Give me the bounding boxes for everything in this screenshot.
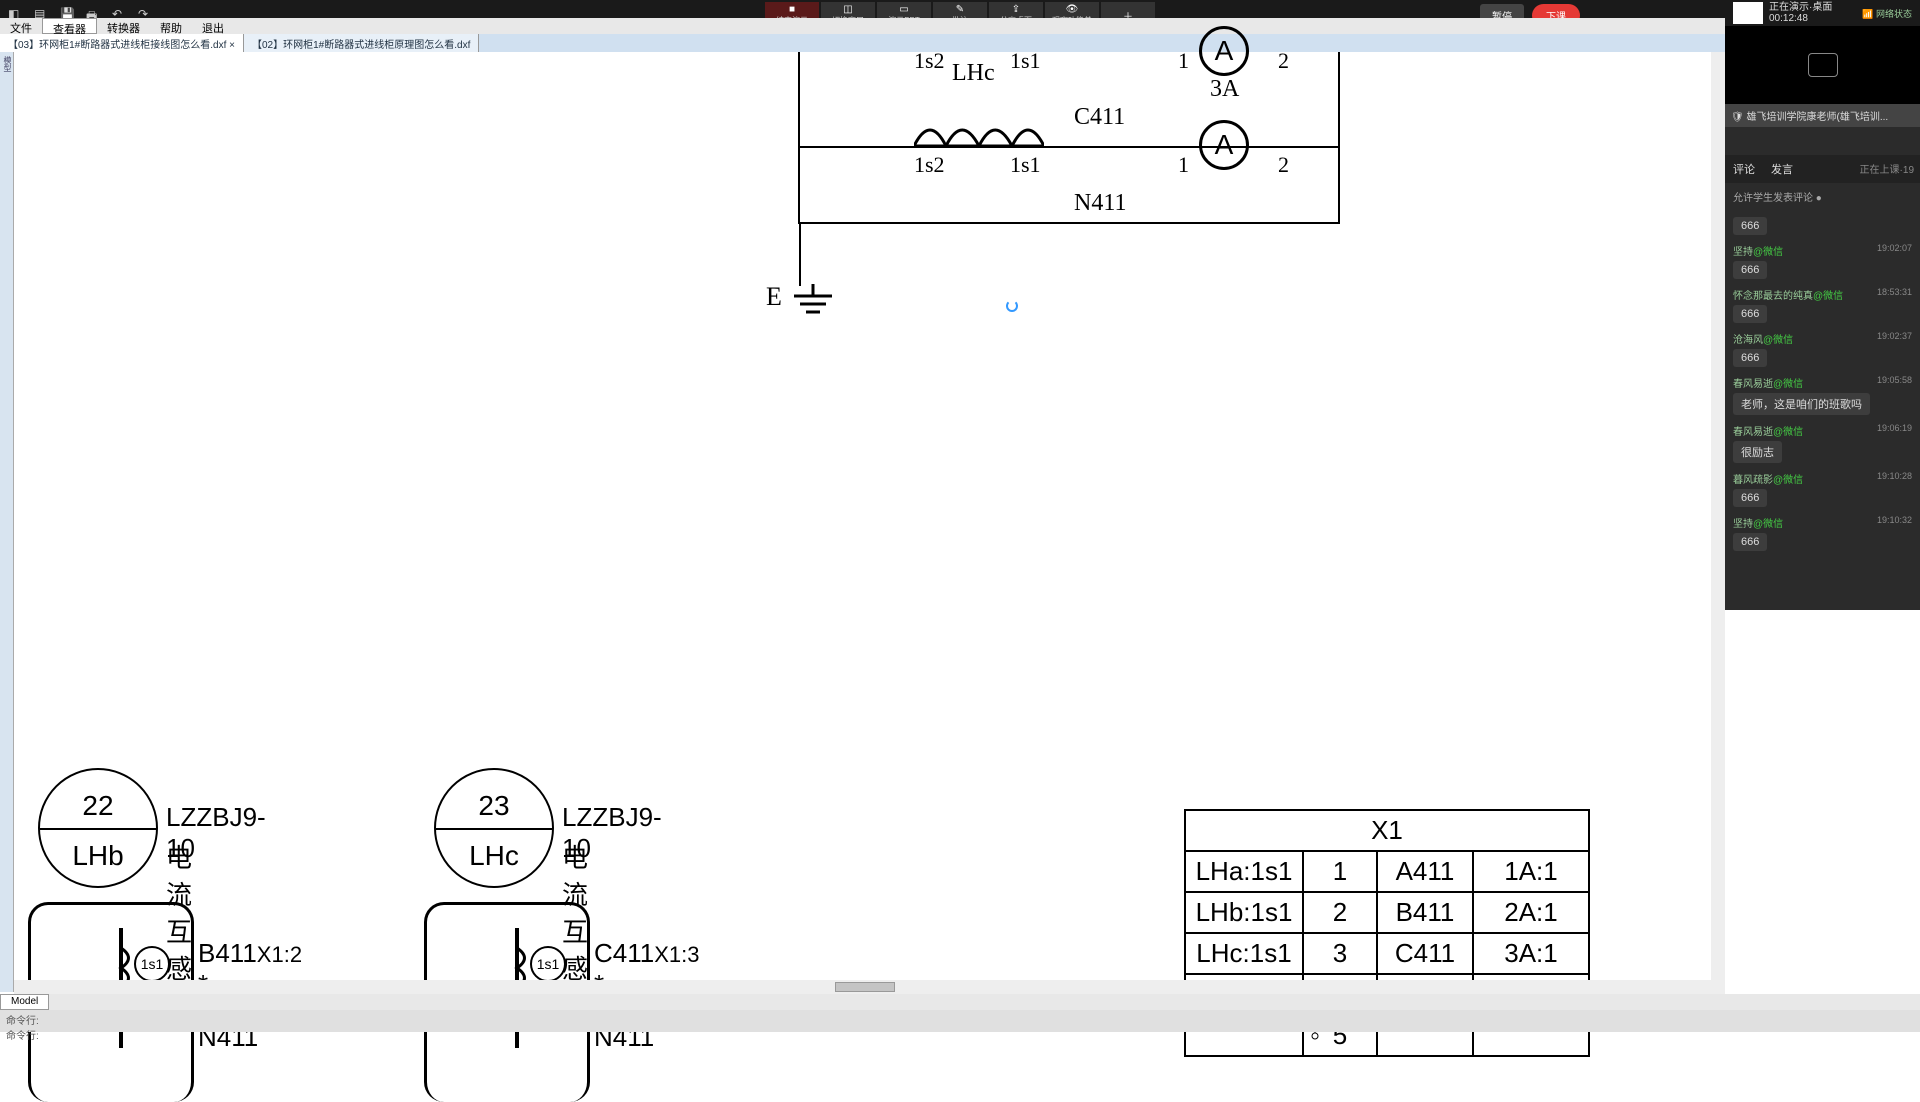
schematic-block: 1s2 LHc 1s1 1 2 A 3A 1s2 1s1 C411 1 2 A … [784, 52, 1344, 227]
left-ruler: 模型 [0, 52, 14, 992]
menu-file[interactable]: 文件 [0, 18, 42, 34]
ground-symbol: E [766, 282, 782, 312]
horizontal-scrollbar[interactable] [14, 980, 1725, 994]
label-1s2-top: 1s2 [914, 48, 945, 74]
component-22: 22 LHb LZZBJ9-10 电流互感器 1s1 B411X1:2 * N4… [38, 768, 158, 888]
label-3a: 3A [1210, 76, 1239, 103]
label-1-top: 1 [1178, 48, 1189, 74]
scrollbar-thumb[interactable] [835, 982, 895, 992]
drawing-canvas[interactable]: 1s2 LHc 1s1 1 2 A 3A 1s2 1s1 C411 1 2 A … [14, 52, 1725, 992]
attendee-count[interactable]: 正在上课·19 [1854, 155, 1920, 183]
command-line-1: 命令行: [6, 1012, 1914, 1027]
tab-speak[interactable]: 发言 [1763, 155, 1801, 183]
panel-tabs: 评论 发言 正在上课·19 [1725, 155, 1920, 183]
label-lhc: LHc [952, 60, 995, 87]
presenter-name: 🛡 雄飞培训学院康老师(雄飞培训... [1725, 104, 1920, 127]
table-row: LHc:1s13C4113A:1 [1185, 933, 1589, 974]
label-2-mid: 2 [1278, 152, 1289, 178]
pen-icon: ✎ [956, 4, 964, 15]
label-n411: N411 [1074, 190, 1126, 217]
command-line-2: 命令行: [6, 1027, 1914, 1042]
share-icon: ⇪ [1012, 4, 1020, 15]
chat-message: 666 [1725, 210, 1920, 239]
label-c411: C411 [1074, 104, 1125, 131]
chat-message: 怀念那最去的纯真@微信18:53:31666 [1725, 283, 1920, 327]
chat-list: 666 坚持@微信19:02:07666 怀念那最去的纯真@微信18:53:31… [1725, 210, 1920, 555]
document-tabs: 【03】环网柜1#断路器式进线柜接线图怎么看.dxf × 【02】环网柜1#断路… [0, 34, 1920, 52]
command-bar[interactable]: 命令行: 命令行: [0, 1010, 1920, 1032]
balloon-code: LHc [436, 840, 552, 872]
model-tab[interactable]: Model [0, 994, 49, 1010]
component-22-balloon: 22 LHb [38, 768, 158, 888]
table-title: X1 [1185, 810, 1589, 851]
table-row: LHa:1s11A4111A:1 [1185, 851, 1589, 892]
allow-comments-toggle[interactable]: 允许学生发表评论 ● [1725, 183, 1920, 210]
close-icon[interactable]: × [229, 40, 235, 51]
chat-message: 坚持@微信19:02:07666 [1725, 239, 1920, 283]
eye-icon: 👁 [1066, 4, 1079, 15]
chat-message: 坚持@微信19:10:32666 [1725, 511, 1920, 555]
schematic-midline [798, 146, 1340, 148]
panel-header: 正在演示·桌面 00:12:48 📶 网络状态 [1725, 0, 1920, 26]
label-2-top: 2 [1278, 48, 1289, 74]
camera-view[interactable] [1725, 26, 1920, 104]
table-row: LHb:1s12B4112A:1 [1185, 892, 1589, 933]
component-23: 23 LHc LZZBJ9-10 电流互感器 1s1 C411X1:3 * N4… [434, 768, 554, 888]
network-status: 网络状态 [1876, 9, 1912, 19]
label-1s2-mid: 1s2 [914, 152, 945, 178]
label-1s1-mid: 1s1 [1010, 152, 1041, 178]
menu-viewer[interactable]: 查看器 [42, 18, 97, 34]
doc-tab-2[interactable]: 【02】环网柜1#断路器式进线柜原理图怎么看.dxf [244, 34, 479, 52]
chat-message: 沧海风@微信19:02:37666 [1725, 327, 1920, 371]
classroom-panel: 正在演示·桌面 00:12:48 📶 网络状态 🛡 雄飞培训学院康老师(雄飞培训… [1725, 0, 1920, 610]
label-1-mid: 1 [1178, 152, 1189, 178]
balloon-code: LHb [40, 840, 156, 872]
coil-lhc [914, 118, 1044, 148]
menu-bar: 文件 查看器 转换器 帮助 退出 [0, 18, 1920, 34]
doc-tab-1[interactable]: 【03】环网柜1#断路器式进线柜接线图怎么看.dxf × [0, 34, 244, 52]
camera-icon [1808, 53, 1838, 77]
menu-help[interactable]: 帮助 [150, 18, 192, 34]
screen-thumbnail[interactable] [1733, 2, 1763, 24]
ammeter-top: A [1199, 26, 1249, 76]
chat-message: 春风易逝@微信19:06:19很励志 [1725, 419, 1920, 467]
present-status: 正在演示·桌面 [1769, 2, 1832, 13]
menu-converter[interactable]: 转换器 [97, 18, 150, 34]
tab-comments[interactable]: 评论 [1725, 155, 1763, 183]
ppt-icon: ▭ [899, 4, 908, 15]
menu-exit[interactable]: 退出 [192, 18, 234, 34]
vertical-scrollbar[interactable] [1711, 52, 1725, 980]
ammeter-mid: A [1199, 120, 1249, 170]
balloon-number: 22 [40, 790, 156, 822]
pin-1s1: 1s1 [134, 946, 170, 982]
pin-1s1: 1s1 [530, 946, 566, 982]
component-23-balloon: 23 LHc [434, 768, 554, 888]
chat-message: 春风易逝@微信19:05:58老师，这是咱们的班歌吗 [1725, 371, 1920, 419]
loading-cursor-icon [1006, 300, 1018, 312]
stop-icon: ■ [789, 4, 795, 15]
label-1s1-top: 1s1 [1010, 48, 1041, 74]
window-icon: ◫ [843, 4, 852, 15]
model-tab-bar: Model [0, 994, 1920, 1010]
elapsed-time: 00:12:48 [1769, 13, 1832, 24]
schematic-frame [798, 52, 1340, 224]
balloon-number: 23 [436, 790, 552, 822]
chat-message: 暮风疏影@微信19:10:28666 [1725, 467, 1920, 511]
